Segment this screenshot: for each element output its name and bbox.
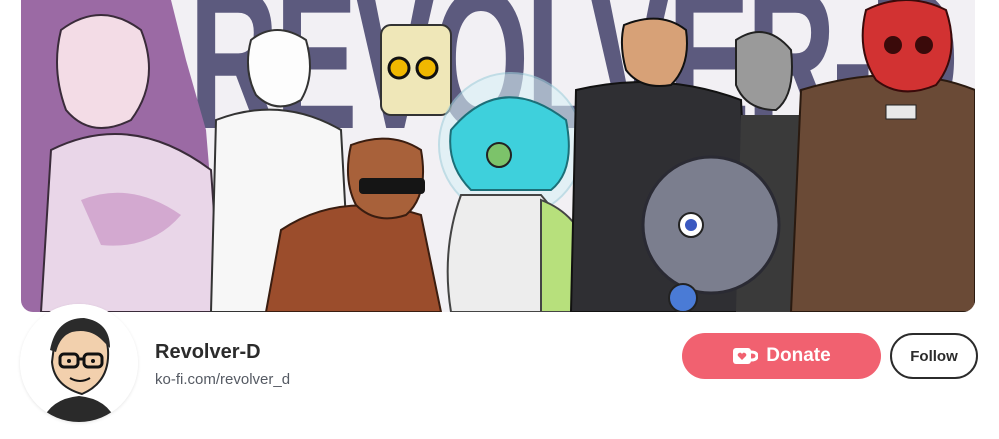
donate-label: Donate	[766, 345, 831, 366]
avatar-portrait	[20, 304, 138, 422]
ko-fi-cup-icon	[732, 347, 759, 365]
banner-artwork	[21, 0, 975, 312]
follow-label: Follow	[910, 347, 958, 365]
donate-button[interactable]: Donate	[682, 333, 881, 379]
creator-name: Revolver-D	[155, 341, 261, 363]
creator-avatar[interactable]	[20, 304, 138, 422]
follow-button[interactable]: Follow	[890, 333, 978, 379]
creator-url[interactable]: ko-fi.com/revolver_d	[155, 371, 290, 388]
cover-banner: REVOLVER-D	[21, 0, 975, 312]
